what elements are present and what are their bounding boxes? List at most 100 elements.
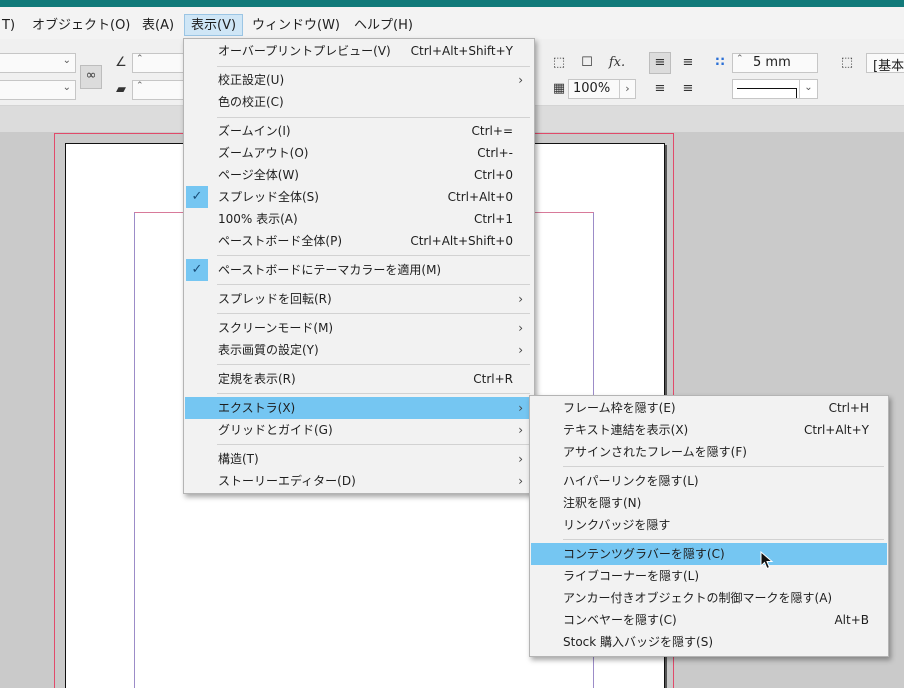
shortcut: Ctrl+- — [477, 146, 513, 160]
menu-item-proof-colors[interactable]: 色の校正(C) — [185, 91, 533, 113]
checkmark-icon: ✓ — [186, 186, 208, 208]
menu-item-grids-guides[interactable]: グリッドとガイド(G) › — [185, 419, 533, 441]
stepper-icon[interactable]: ⌃ — [736, 54, 744, 64]
menu-item-label: スクリーンモード(M) — [218, 321, 334, 335]
chevron-right-icon[interactable]: › — [619, 80, 635, 98]
menu-item-hide-notes[interactable]: 注釈を隠す(N) — [531, 492, 887, 514]
menu-item-label: テキスト連結を表示(X) — [563, 423, 689, 437]
shortcut: Alt+B — [834, 613, 869, 627]
shortcut: Ctrl+0 — [473, 168, 513, 182]
stroke-weight-field[interactable]: ⌃ 5 mm — [732, 53, 818, 73]
align-top-icon[interactable]: ≡ — [649, 78, 671, 100]
menu-item-fit-spread[interactable]: ✓ スプレッド全体(S) Ctrl+Alt+0 — [185, 186, 533, 208]
menu-item-hide-stock-badge[interactable]: Stock 購入バッジを隠す(S) — [531, 631, 887, 653]
chevron-right-icon: › — [518, 474, 523, 488]
menu-item-proof-setup[interactable]: 校正設定(U) › — [185, 69, 533, 91]
shortcut: Ctrl+Alt+0 — [447, 190, 513, 204]
menu-item-display-performance[interactable]: 表示画質の設定(Y) › — [185, 339, 533, 361]
menu-item-label: オーバープリントプレビュー(V) — [218, 44, 391, 58]
separator — [563, 466, 884, 467]
menu-item-overprint-preview[interactable]: オーバープリントプレビュー(V) Ctrl+Alt+Shift+Y — [185, 40, 533, 62]
menu-object[interactable]: オブジェクト(O) — [26, 15, 136, 37]
menu-item-label: ズームアウト(O) — [218, 146, 309, 160]
stepper-icon[interactable]: ⌃ — [136, 54, 144, 64]
separator — [217, 393, 530, 394]
shortcut: Ctrl+Alt+Shift+0 — [410, 234, 513, 248]
object-style-value: [基本 — [873, 59, 904, 74]
separator — [217, 313, 530, 314]
chevron-down-icon[interactable]: ⌄ — [799, 80, 817, 98]
reference-point-icon[interactable]: ∷ — [709, 52, 731, 74]
app-title-bar — [0, 0, 904, 7]
menu-item-zoom-out[interactable]: ズームアウト(O) Ctrl+- — [185, 142, 533, 164]
menu-window[interactable]: ウィンドウ(W) — [246, 15, 346, 37]
menu-item-structure[interactable]: 構造(T) › — [185, 448, 533, 470]
align-bottom-icon[interactable]: ≡ — [677, 78, 699, 100]
menu-item-screen-mode[interactable]: スクリーンモード(M) › — [185, 317, 533, 339]
menu-item-label: ページ全体(W) — [218, 168, 299, 182]
effects-fx-icon[interactable]: fx. — [606, 52, 628, 74]
separator — [217, 364, 530, 365]
stroke-type-dropdown[interactable]: ⌄ — [732, 79, 818, 99]
menu-help[interactable]: ヘルプ(H) — [348, 15, 419, 37]
menu-item-hide-hyperlinks[interactable]: ハイパーリンクを隠す(L) — [531, 470, 887, 492]
shortcut: Ctrl+1 — [473, 212, 513, 226]
menu-item-hide-frame-edges[interactable]: フレーム枠を隠す(E) Ctrl+H — [531, 397, 887, 419]
rotate-angle-field[interactable]: ⌃ — [132, 53, 186, 73]
menu-item-label: Stock 購入バッジを隠す(S) — [563, 635, 714, 649]
menu-item-label: スプレッド全体(S) — [218, 190, 319, 204]
rectangle-icon[interactable]: ☐ — [576, 52, 598, 74]
chevron-right-icon: › — [518, 423, 523, 437]
menu-item-entire-pasteboard[interactable]: ペーストボード全体(P) Ctrl+Alt+Shift+0 — [185, 230, 533, 252]
menu-table[interactable]: 表(A) — [136, 15, 180, 37]
align-justify-icon[interactable]: ≡ — [677, 52, 699, 74]
menu-item-hide-link-badge[interactable]: リンクバッジを隠す — [531, 514, 887, 536]
align-center-icon[interactable]: ≡ — [649, 52, 671, 74]
rotate-angle-icon: ∠ — [115, 55, 127, 70]
shear-angle-field[interactable]: ⌃ — [132, 80, 186, 100]
extras-submenu: フレーム枠を隠す(E) Ctrl+H テキスト連結を表示(X) Ctrl+Alt+Y… — [529, 395, 889, 657]
menu-item-hide-content-grabber[interactable]: コンテンツグラバーを隠す(C) — [531, 543, 887, 565]
shear-angle-icon: ▰ — [116, 82, 126, 97]
menu-item-hide-live-corners[interactable]: ライブコーナーを隠す(L) — [531, 565, 887, 587]
menu-item-label: リンクバッジを隠す — [563, 518, 671, 532]
menu-item-hide-anchored-controls[interactable]: アンカー付きオブジェクトの制御マークを隠す(A) — [531, 587, 887, 609]
menu-item-story-editor[interactable]: ストーリーエディター(D) › — [185, 470, 533, 492]
menu-item-label: 注釈を隠す(N) — [563, 496, 642, 510]
separator — [217, 66, 530, 67]
chevron-right-icon: › — [518, 73, 523, 87]
zoom-field[interactable]: 100% › — [568, 79, 636, 99]
menu-item-label: ハイパーリンクを隠す(L) — [563, 474, 699, 488]
object-style-dropdown[interactable]: [基本 — [866, 53, 904, 74]
menu-item-show-text-threads[interactable]: テキスト連結を表示(X) Ctrl+Alt+Y — [531, 419, 887, 441]
menu-item-show-rulers[interactable]: 定規を表示(R) Ctrl+R — [185, 368, 533, 390]
chevron-right-icon: › — [518, 292, 523, 306]
y-field[interactable]: ⌄ — [0, 80, 76, 100]
stepper-icon[interactable]: ⌃ — [136, 81, 144, 91]
menu-item-theme-pasteboard[interactable]: ✓ ペーストボードにテーマカラーを適用(M) — [185, 259, 533, 281]
x-field[interactable]: ⌄ — [0, 53, 76, 73]
menu-view[interactable]: 表示(V) — [184, 14, 244, 36]
menu-item-label: フレーム枠を隠す(E) — [563, 401, 676, 415]
menu-item-rotate-spread[interactable]: スプレッドを回転(R) › — [185, 288, 533, 310]
opacity-icon: ▦ — [552, 81, 566, 96]
frame-fitting-icon[interactable]: ⬚ — [548, 52, 570, 74]
shortcut: Ctrl+R — [473, 372, 513, 386]
menu-item-actual-size[interactable]: 100% 表示(A) Ctrl+1 — [185, 208, 533, 230]
shortcut: Ctrl+= — [471, 124, 513, 138]
menu-item-label: ストーリーエディター(D) — [218, 474, 356, 488]
menu-item-fit-page[interactable]: ページ全体(W) Ctrl+0 — [185, 164, 533, 186]
menu-item-zoom-in[interactable]: ズームイン(I) Ctrl+= — [185, 120, 533, 142]
shortcut: Ctrl+Alt+Shift+Y — [410, 44, 513, 58]
menu-item-extras[interactable]: エクストラ(X) › — [185, 397, 533, 419]
constrain-link-icon[interactable]: ∞ — [80, 65, 102, 89]
menu-item-label: スプレッドを回転(R) — [218, 292, 332, 306]
menu-type[interactable]: T) — [0, 15, 21, 37]
zoom-value: 100% — [573, 81, 611, 96]
menu-item-label: 校正設定(U) — [218, 73, 285, 87]
chevron-down-icon: ⌄ — [62, 82, 71, 93]
menu-item-hide-conveyor[interactable]: コンベヤーを隠す(C) Alt+B — [531, 609, 887, 631]
menu-item-hide-assigned-frames[interactable]: アサインされたフレームを隠す(F) — [531, 441, 887, 463]
menu-item-label: コンベヤーを隠す(C) — [563, 613, 677, 627]
object-style-icon[interactable]: ⬚ — [836, 52, 858, 74]
